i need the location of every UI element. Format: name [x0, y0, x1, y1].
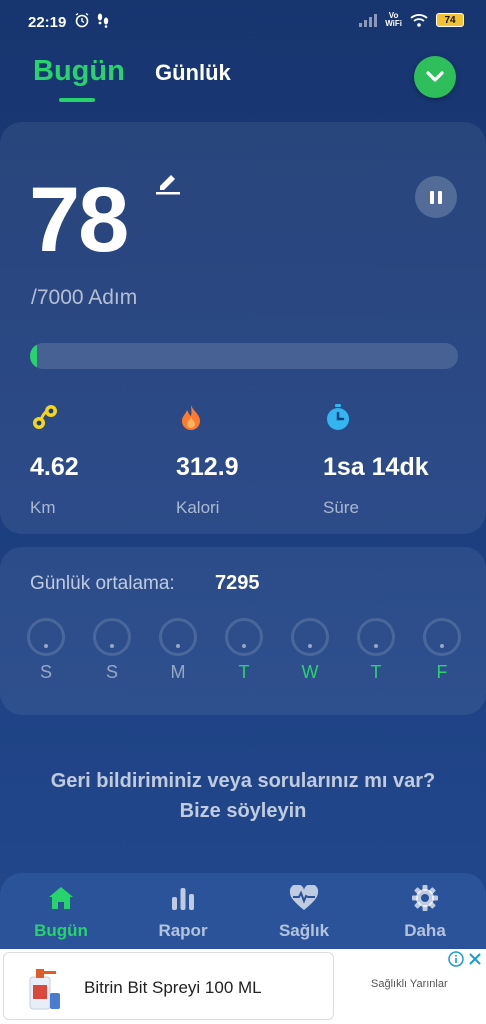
nav-health-label: Sağlık — [278, 921, 330, 940]
day-progress-ring — [27, 618, 65, 656]
nav-more[interactable]: Daha — [380, 883, 470, 941]
week-day[interactable]: S — [26, 618, 66, 683]
distance-icon — [33, 405, 57, 429]
nav-health[interactable]: Sağlık — [259, 883, 349, 941]
day-label: T — [238, 662, 250, 682]
status-bar: 22:19 Vo WiFi 74 — [0, 0, 486, 44]
week-day[interactable]: T — [356, 618, 396, 683]
day-label: M — [170, 662, 186, 682]
calories-value: 312.9 — [176, 453, 239, 481]
day-label: T — [370, 662, 382, 682]
day-progress-dot — [374, 644, 378, 648]
stat-calories: 312.9 Kalori — [176, 402, 239, 518]
status-notification-icons — [74, 12, 110, 28]
nav-report[interactable]: Rapor — [138, 883, 228, 941]
week-day[interactable]: F — [422, 618, 462, 683]
alarm-icon — [75, 12, 89, 28]
day-progress-dot — [176, 644, 180, 648]
status-time: 22:19 — [28, 14, 67, 31]
nav-report-label: Rapor — [158, 921, 208, 940]
home-icon — [49, 887, 73, 909]
ad-choices[interactable] — [448, 951, 482, 967]
day-progress-ring — [423, 618, 461, 656]
pause-button[interactable] — [415, 176, 457, 218]
day-progress-dot — [44, 644, 48, 648]
duration-label: Süre — [323, 498, 359, 517]
edit-icon[interactable] — [154, 170, 182, 196]
step-goal: /7000 Adım — [31, 286, 138, 309]
day-progress-ring — [159, 618, 197, 656]
vowifi-indicator: Vo WiFi — [385, 11, 402, 28]
ad-card[interactable]: Bitrin Bit Spreyi 100 ML — [3, 952, 334, 1020]
day-progress-dot — [440, 644, 444, 648]
pause-icon — [430, 190, 434, 204]
signal-icon — [359, 13, 378, 27]
distance-value: 4.62 — [30, 453, 79, 481]
daily-average-label: Günlük ortalama: — [30, 573, 175, 594]
feedback-line-1: Geri bildiriminiz veya sorularınız mı va… — [50, 770, 436, 792]
stat-duration: 1sa 14dk Süre — [323, 402, 429, 518]
tab-daily[interactable]: Günlük — [155, 60, 231, 86]
duration-value: 1sa 14dk — [323, 453, 429, 481]
daily-average-value: 7295 — [215, 572, 260, 594]
day-label: W — [301, 662, 319, 682]
day-label: S — [39, 662, 52, 682]
week-day[interactable]: S — [92, 618, 132, 683]
feedback-line-2: Bize söyleyin — [179, 800, 307, 822]
week-day[interactable]: M — [158, 618, 198, 683]
nav-today[interactable]: Bugün — [16, 883, 106, 941]
wifi-icon — [410, 14, 428, 27]
calories-label: Kalori — [176, 498, 220, 517]
check-button[interactable] — [414, 56, 456, 98]
tab-active-indicator — [59, 98, 95, 102]
day-progress-dot — [110, 644, 114, 648]
nav-today-label: Bugün — [34, 921, 88, 940]
status-system-icons: Vo WiFi 74 — [359, 12, 464, 28]
bar-chart-icon — [172, 888, 194, 910]
stopwatch-icon — [327, 404, 349, 430]
chevron-down-icon — [426, 71, 444, 82]
week-day[interactable]: W — [290, 618, 330, 683]
close-icon[interactable] — [468, 952, 482, 966]
gear-icon — [412, 885, 438, 911]
step-progress-bar — [30, 343, 458, 369]
stat-distance: 4.62 Km — [30, 402, 79, 518]
info-icon[interactable] — [448, 951, 464, 967]
tab-today[interactable]: Bugün — [33, 55, 125, 88]
day-progress-dot — [308, 644, 312, 648]
day-progress-ring — [357, 618, 395, 656]
day-progress-dot — [242, 644, 246, 648]
day-progress-ring — [291, 618, 329, 656]
ad-advertiser: Sağlıklı Yarınlar — [371, 978, 448, 990]
nav-more-label: Daha — [404, 921, 446, 940]
day-label: S — [105, 662, 118, 682]
day-progress-ring — [93, 618, 131, 656]
day-progress-ring — [225, 618, 263, 656]
battery-icon: 74 — [436, 13, 464, 27]
heart-pulse-icon — [289, 885, 319, 910]
step-count: 78 — [29, 169, 129, 271]
distance-label: Km — [30, 498, 56, 517]
week-day[interactable]: T — [224, 618, 264, 683]
bottom-navigation: Bugün Rapor Sağlık Daha — [0, 873, 486, 949]
flame-icon — [182, 405, 200, 430]
day-label: F — [436, 662, 448, 682]
feedback-link[interactable]: Geri bildiriminiz veya sorularınız mı va… — [0, 766, 486, 826]
ad-title: Bitrin Bit Spreyi 100 ML — [84, 978, 262, 997]
footsteps-icon — [97, 13, 109, 28]
ad-product-image — [29, 969, 60, 1010]
ad-banner[interactable]: Bitrin Bit Spreyi 100 ML Sağlıklı Yarınl… — [0, 949, 486, 1024]
